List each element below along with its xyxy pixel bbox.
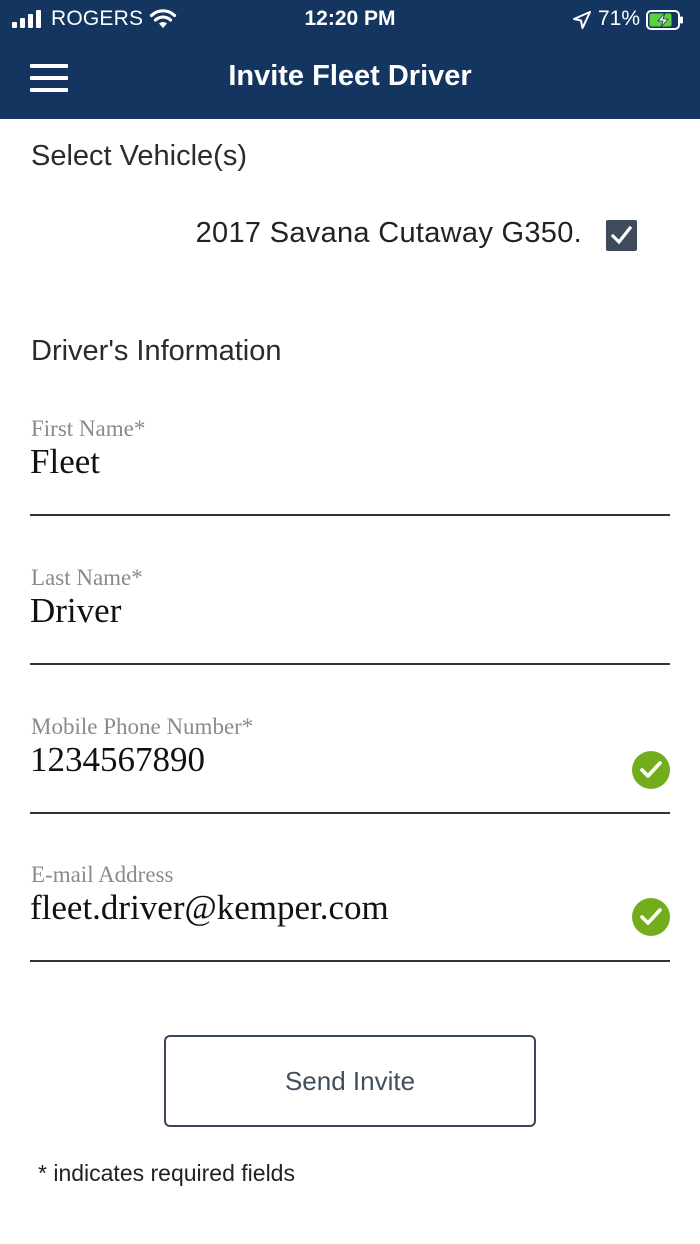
phone-field: Mobile Phone Number* (30, 714, 670, 814)
required-fields-note: * indicates required fields (38, 1160, 295, 1186)
last-name-field: Last Name* (30, 565, 670, 665)
email-field: E-mail Address (30, 862, 670, 962)
phone-label: Mobile Phone Number* (31, 714, 254, 739)
send-invite-button[interactable]: Send Invite (164, 1035, 536, 1127)
status-bar: ROGERS 12:20 PM 71% (0, 0, 700, 40)
last-name-label: Last Name* (31, 565, 143, 590)
vehicles-heading: Select Vehicle(s) (31, 140, 247, 172)
clock: 12:20 PM (304, 7, 396, 30)
driver-info-heading: Driver's Information (31, 335, 282, 367)
phone-valid-check-icon (632, 751, 670, 789)
first-name-input[interactable] (30, 442, 620, 482)
first-name-field: First Name* (30, 416, 670, 516)
battery-charging-icon (646, 10, 683, 30)
battery-percent: 71% (598, 7, 641, 30)
email-label: E-mail Address (31, 862, 174, 887)
last-name-input[interactable] (30, 591, 620, 631)
phone-input[interactable] (30, 740, 620, 780)
email-valid-check-icon (632, 898, 670, 936)
location-arrow-icon (573, 11, 591, 29)
vehicle-checkbox[interactable] (606, 220, 637, 251)
first-name-label: First Name* (31, 416, 146, 441)
email-input[interactable] (30, 888, 620, 928)
checkmark-icon (610, 225, 633, 245)
vehicle-label[interactable]: 2017 Savana Cutaway G350. (196, 217, 582, 250)
app-header: ROGERS 12:20 PM 71% Invite Fleet Driver (0, 0, 700, 119)
page-title: Invite Fleet Driver (228, 60, 472, 92)
